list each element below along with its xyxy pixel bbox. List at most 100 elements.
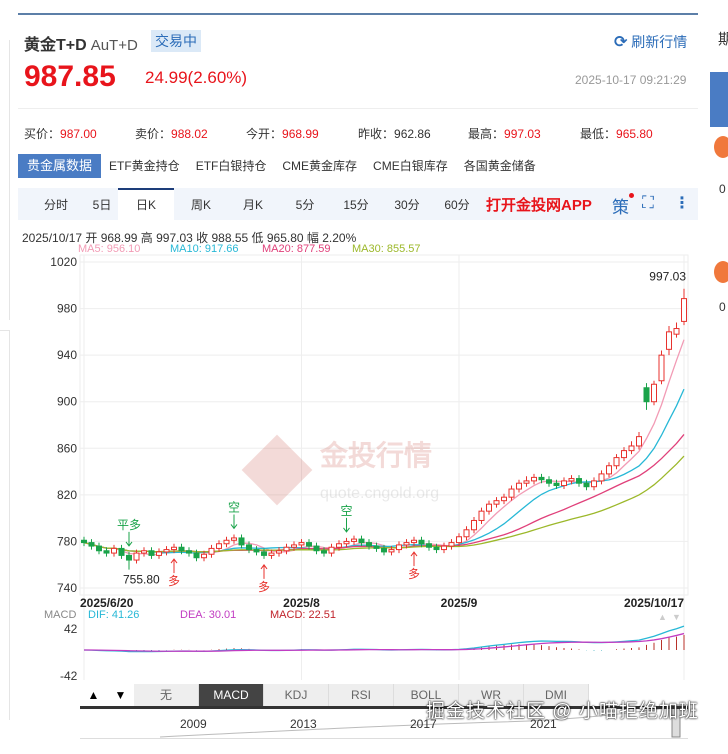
scroll-down-button[interactable]: ▼ (107, 684, 134, 706)
signal-label: 多 (408, 567, 420, 581)
kline-chart[interactable]: 1020 980 940 900 860 820 780 7402025/6/20 2025/8… (0, 0, 728, 739)
x-tick-label: 2025/8 (283, 596, 320, 610)
candle-body (621, 450, 627, 459)
logo-text: 金投行情 (319, 439, 432, 471)
candle-body (328, 546, 335, 554)
zoom-out-icon[interactable]: ▼ (672, 612, 681, 622)
dif-line (83, 625, 685, 653)
candle-body (171, 546, 177, 551)
candle-body (666, 331, 672, 350)
ma10-line (83, 388, 685, 554)
indicator-tab-0[interactable]: 无 (134, 684, 199, 706)
quote-5: 最低：965.80 (580, 125, 653, 142)
candle (493, 497, 500, 508)
candle-body (553, 482, 560, 487)
candle-body (358, 538, 365, 544)
candle-body (508, 488, 515, 498)
candle (148, 547, 155, 559)
candle (643, 383, 650, 410)
signal-label: 空 (228, 500, 240, 514)
candle (613, 454, 620, 470)
ma-1: MA10: 917.66 (170, 243, 239, 255)
candle (606, 462, 612, 478)
candle-body (208, 547, 215, 555)
candle-body (96, 545, 102, 552)
candle (343, 537, 350, 548)
quote-value: 962.86 (394, 127, 431, 141)
candle-body (411, 539, 417, 544)
indicator-tab-2[interactable]: KDJ (264, 684, 329, 706)
candle-body (403, 542, 410, 546)
x-tick-label: 2025/9 (441, 596, 478, 610)
quote-2: 今开：968.99 (246, 125, 319, 142)
ma-2: MA20: 877.59 (262, 243, 331, 255)
candle-body (673, 328, 680, 335)
candle (111, 544, 117, 557)
candle (396, 541, 402, 554)
candle-body (681, 298, 687, 322)
candle (636, 431, 642, 450)
candle (351, 535, 357, 545)
candle (448, 539, 455, 550)
candle (126, 551, 132, 570)
scroll-up-button[interactable]: ▲ (80, 684, 107, 706)
candle-body (486, 503, 492, 512)
candle (223, 536, 230, 548)
candle-body (396, 544, 402, 551)
indicator-tab-3[interactable]: RSI (329, 684, 394, 706)
candle (576, 475, 582, 487)
candle-body (193, 552, 200, 559)
max-price-label: 997.03 (649, 270, 686, 284)
candle-body (448, 542, 455, 547)
candle (253, 546, 260, 556)
candle (561, 477, 567, 490)
candle (471, 516, 477, 534)
macd-dif: DIF: 41.26 (88, 609, 140, 621)
plot-frame (79, 254, 689, 596)
candle-body (441, 545, 447, 551)
candle-body (546, 479, 552, 484)
candle (628, 441, 635, 455)
candle (516, 479, 522, 493)
candle (658, 350, 665, 385)
watermark: 掘金技术社区 @ 小喵拒绝加班 (426, 701, 699, 722)
candle-body (591, 480, 597, 488)
signal-label: 多 (168, 574, 180, 588)
y-tick-label: 780 (57, 534, 77, 548)
y-tick-label: 1020 (50, 255, 77, 269)
candle-body (478, 510, 485, 521)
candle-body (148, 550, 155, 556)
zoom-in-icon[interactable]: ▲ (658, 612, 667, 622)
candle (81, 536, 87, 547)
candle (666, 326, 672, 356)
candle-body (366, 542, 372, 547)
candle-body (283, 546, 290, 552)
candle-body (538, 476, 545, 481)
candle-body (313, 545, 320, 552)
candle-body (636, 436, 642, 447)
candle (486, 500, 492, 515)
candle-body (246, 544, 252, 551)
quote-4: 最高：997.03 (468, 125, 541, 142)
candle-body (606, 465, 612, 475)
macd-dea: DEA: 30.01 (180, 609, 237, 621)
candle-body (231, 537, 237, 541)
candle-body (321, 550, 327, 554)
ma-3: MA30: 855.57 (352, 243, 421, 255)
quote-value: 965.80 (616, 127, 653, 141)
candle-body (598, 473, 605, 482)
candle-body (561, 480, 567, 487)
candle-body (276, 550, 282, 554)
candle-body (613, 457, 620, 467)
candle-body (336, 543, 342, 548)
quote-1: 卖价：988.02 (135, 125, 208, 142)
candle-body (463, 529, 470, 538)
navigator-year: 2009 (180, 717, 207, 731)
candle-body (111, 547, 117, 554)
candle (118, 544, 125, 559)
candle (276, 547, 282, 557)
candle-body (426, 543, 432, 548)
indicator-tab-1[interactable]: MACD (199, 684, 264, 706)
candle (531, 473, 537, 485)
candle (651, 380, 657, 406)
